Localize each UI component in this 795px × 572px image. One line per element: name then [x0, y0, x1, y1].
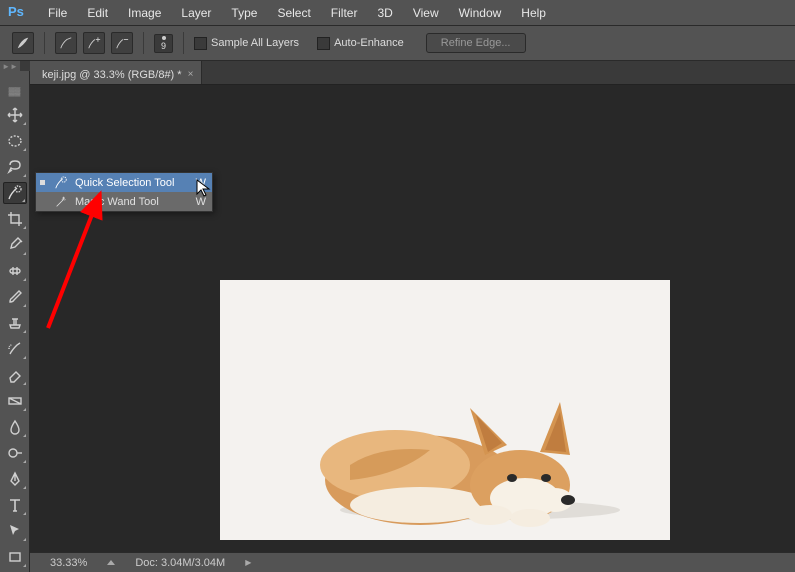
- flyout-label: Magic Wand Tool: [75, 196, 190, 208]
- panel-collapse-handle[interactable]: ►►: [0, 61, 20, 71]
- menu-layer[interactable]: Layer: [171, 2, 221, 24]
- pen-tool[interactable]: [3, 468, 27, 490]
- tool-flyout-menu: Quick Selection Tool W Magic Wand Tool W: [35, 172, 213, 212]
- eraser-tool[interactable]: [3, 364, 27, 386]
- new-selection-icon[interactable]: [55, 32, 77, 54]
- refine-edge-button[interactable]: Refine Edge...: [426, 33, 526, 53]
- magic-wand-icon: [53, 195, 69, 209]
- menu-file[interactable]: File: [38, 2, 77, 24]
- cursor-pointer-icon: [196, 179, 212, 199]
- blur-tool[interactable]: [3, 416, 27, 438]
- document-canvas[interactable]: [220, 280, 670, 540]
- close-icon[interactable]: ×: [188, 69, 194, 80]
- clone-stamp-tool[interactable]: [3, 312, 27, 334]
- history-brush-tool[interactable]: [3, 338, 27, 360]
- sample-all-layers-label: Sample All Layers: [211, 37, 299, 49]
- eyedropper-tool[interactable]: [3, 234, 27, 256]
- brush-size-picker[interactable]: 9: [154, 34, 173, 53]
- brush-size-value: 9: [161, 41, 166, 51]
- tools-panel: ▓▓: [0, 71, 30, 572]
- quick-selection-tool[interactable]: [3, 182, 27, 204]
- flyout-item-quick-selection[interactable]: Quick Selection Tool W: [36, 173, 212, 192]
- menu-image[interactable]: Image: [118, 2, 171, 24]
- menu-help[interactable]: Help: [511, 2, 556, 24]
- subtract-selection-icon[interactable]: [111, 32, 133, 54]
- marquee-tool[interactable]: [3, 130, 27, 152]
- auto-enhance-option[interactable]: Auto-Enhance: [317, 37, 404, 50]
- menubar: Ps File Edit Image Layer Type Select Fil…: [0, 0, 795, 26]
- document-tabbar: keji.jpg @ 33.3% (RGB/8#) * ×: [0, 61, 795, 85]
- checkbox-icon[interactable]: [194, 37, 207, 50]
- menu-select[interactable]: Select: [267, 2, 320, 24]
- menu-edit[interactable]: Edit: [77, 2, 118, 24]
- rectangle-tool[interactable]: [3, 546, 27, 568]
- zoom-level[interactable]: 33.33%: [50, 557, 87, 569]
- menu-window[interactable]: Window: [449, 2, 512, 24]
- dodge-tool[interactable]: [3, 442, 27, 464]
- zoom-stepper-icon[interactable]: [107, 560, 115, 565]
- selected-indicator: [40, 180, 45, 185]
- sample-all-layers-option[interactable]: Sample All Layers: [194, 37, 299, 50]
- document-tab[interactable]: keji.jpg @ 33.3% (RGB/8#) * ×: [30, 61, 202, 84]
- flyout-label: Quick Selection Tool: [75, 177, 190, 189]
- status-bar: 33.33% Doc: 3.04M/3.04M ▶: [30, 552, 795, 572]
- crop-tool[interactable]: [3, 208, 27, 230]
- move-tool[interactable]: [3, 104, 27, 126]
- app-logo: Ps: [8, 4, 28, 22]
- canvas-area[interactable]: [30, 85, 795, 552]
- tab-title: keji.jpg @ 33.3% (RGB/8#) *: [42, 69, 182, 81]
- flyout-item-magic-wand[interactable]: Magic Wand Tool W: [36, 192, 212, 211]
- quick-selection-icon: [53, 176, 69, 190]
- menu-view[interactable]: View: [403, 2, 449, 24]
- auto-enhance-label: Auto-Enhance: [334, 37, 404, 49]
- menu-3d[interactable]: 3D: [367, 2, 402, 24]
- menu-filter[interactable]: Filter: [321, 2, 368, 24]
- brush-tool[interactable]: [3, 286, 27, 308]
- checkbox-icon[interactable]: [317, 37, 330, 50]
- doc-size: Doc: 3.04M/3.04M: [135, 557, 225, 569]
- options-bar: 9 Sample All Layers Auto-Enhance Refine …: [0, 26, 795, 61]
- gradient-tool[interactable]: [3, 390, 27, 412]
- add-selection-icon[interactable]: [83, 32, 105, 54]
- menu-type[interactable]: Type: [221, 2, 267, 24]
- path-selection-tool[interactable]: [3, 520, 27, 542]
- type-tool[interactable]: [3, 494, 27, 516]
- healing-brush-tool[interactable]: [3, 260, 27, 282]
- tool-preset-picker[interactable]: [12, 32, 34, 54]
- chevron-right-icon[interactable]: ▶: [245, 558, 251, 567]
- lasso-tool[interactable]: [3, 156, 27, 178]
- panel-grip[interactable]: ▓▓: [9, 87, 21, 96]
